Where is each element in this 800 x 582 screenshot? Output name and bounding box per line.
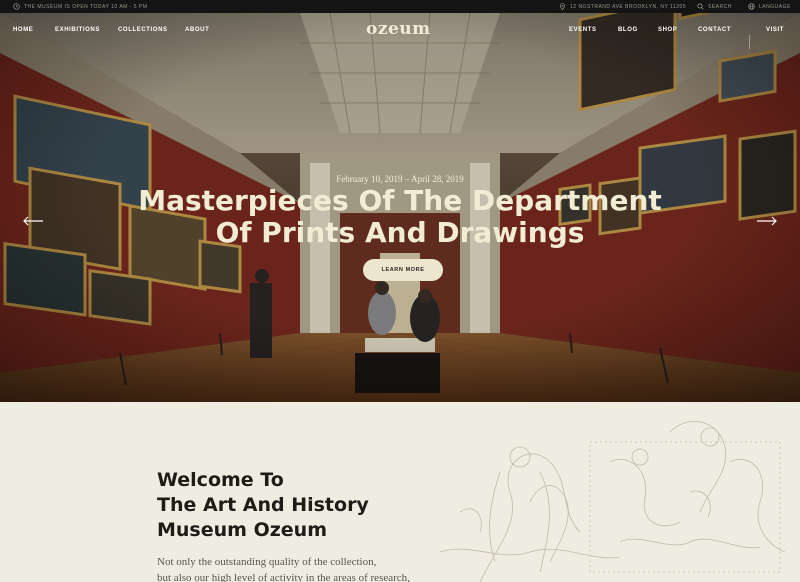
hero-title-line-2: Of Prints And Drawings [215,216,585,249]
hero-slider: February 10, 2019 – April 28, 2019 Maste… [0,13,800,402]
nav-divider [749,35,750,49]
welcome-text-line-1: Not only the outstanding quality of the … [157,556,377,568]
search-icon [697,3,704,10]
nav-item-events[interactable]: Events [569,27,597,33]
welcome-heading-line-3: Museum Ozeum [157,519,327,541]
nav-item-blog[interactable]: Blog [618,27,638,33]
nav-item-home[interactable]: Home [13,27,33,33]
site-logo[interactable]: ozeum [366,19,431,39]
nav-item-contact[interactable]: Contact [698,27,731,33]
welcome-paragraph: Not only the outstanding quality of the … [157,554,417,582]
opening-hours: The museum is open today 10 AM - 5 PM [13,3,147,10]
nav-item-about[interactable]: About [185,27,209,33]
welcome-heading: Welcome To The Art And History Museum Oz… [157,468,417,543]
nav-item-exhibitions[interactable]: Exhibitions [55,27,100,33]
learn-more-button[interactable]: Learn More [363,259,443,281]
arrow-right-icon[interactable] [756,216,778,226]
visit-link[interactable]: Visit [766,27,784,33]
search-label: Search [708,3,732,10]
hero-title: Masterpieces Of The Department Of Prints… [0,185,800,249]
welcome-heading-line-1: Welcome To [157,469,284,491]
top-bar: The museum is open today 10 AM - 5 PM 12… [0,0,800,13]
map-pin-icon [559,3,566,10]
welcome-heading-line-2: The Art And History [157,494,369,516]
arrow-left-icon[interactable] [22,216,44,226]
globe-icon [748,3,755,10]
nav-item-shop[interactable]: Shop [658,27,677,33]
nav-item-collections[interactable]: Collections [118,27,168,33]
language-label: Language [759,3,791,10]
exhibition-dates: February 10, 2019 – April 28, 2019 [336,174,464,184]
welcome-section: Welcome To The Art And History Museum Oz… [0,402,800,582]
address-text: 12 Nostrand Ave Brooklyn, NY 11205 [570,3,687,10]
search-link[interactable]: Search [697,3,732,10]
clock-icon [13,3,20,10]
address[interactable]: 12 Nostrand Ave Brooklyn, NY 11205 [559,3,686,10]
hero-title-line-1: Masterpieces Of The Department [138,184,662,217]
renaissance-sketch-drawing [440,421,786,582]
language-selector[interactable]: Language [748,3,791,10]
welcome-text-line-2: but also our high level of activity in t… [157,572,410,582]
opening-hours-text: The museum is open today 10 AM - 5 PM [24,3,148,10]
